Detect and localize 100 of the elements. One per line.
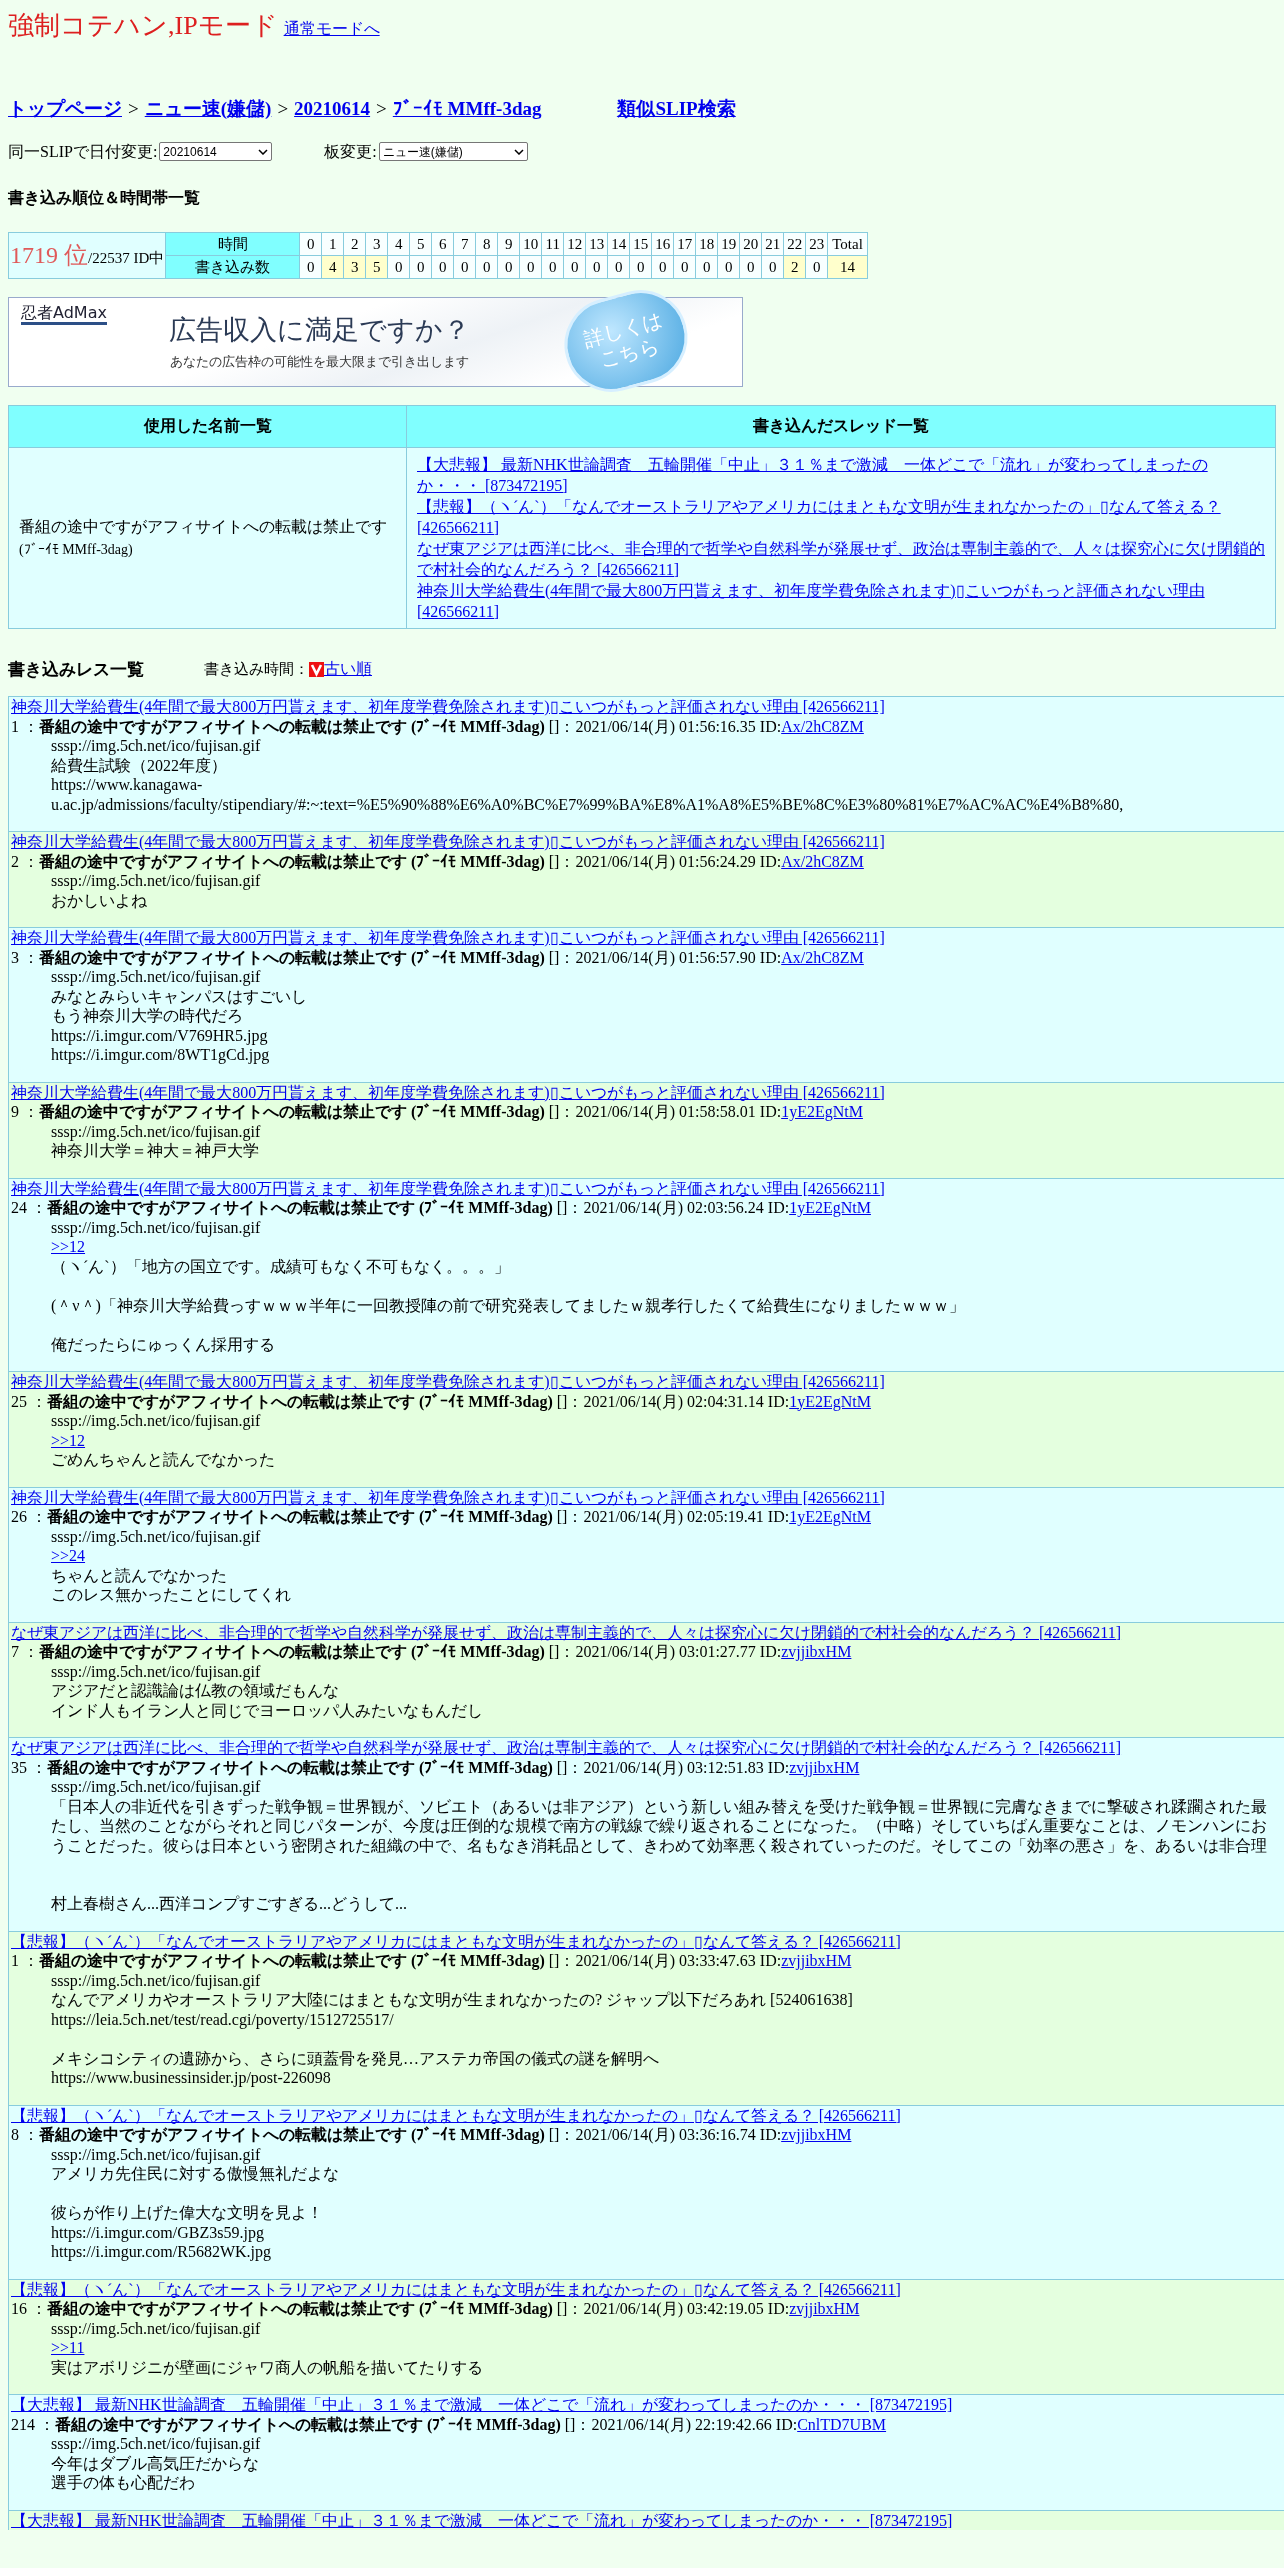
poster-name: 番組の途中ですがアフィサイトへの転載は禁止です (ﾌﾞｰｲﾓ MMff-3dag) (47, 1757, 553, 1777)
sort-link[interactable]: 古い順 (324, 657, 372, 682)
post-text: うことだった。彼らは日本という密閉された組織の中で、名もなき消耗品として、きわめて効率悪く殺されていったのだ。そしてこの「効率の悪さ」を、あるいは非合理 (51, 1835, 1267, 1855)
thread-link[interactable]: なぜ東アジアは西洋に比べ、非合理的で哲学や自然科学が発展せず、政治は専制主義的で、人々は探究心に欠け閉鎖的で村社会的なんだろう？ [426566211] (417, 537, 1265, 580)
post-text: sssp://img.5ch.net/ico/fujisan.gif (51, 1777, 261, 1797)
post-meta: []：2021/06/14(月) 01:56:24.29 ID: (547, 851, 782, 871)
rank-total: /22537 ID中 (88, 250, 165, 266)
post-text: https://www.businessinsider.jp/post-226098 (51, 2068, 331, 2088)
thread-link[interactable]: 神奈川大学給費生(4年間で最大800万円貰えます、初年度学費免除されます)▯こいつがもっと評価されない理由 [426566211] (11, 1082, 885, 1102)
post-meta: []：2021/06/14(月) 03:12:51.83 ID: (555, 1757, 790, 1777)
id-link[interactable]: zvjjibxHM (781, 1951, 852, 1971)
table-cell: 21 (761, 232, 784, 255)
down-chevron-icon (309, 661, 324, 677)
post-number: 214 ： (11, 2414, 55, 2434)
post-text: ごめんちゃんと読んでなかった (51, 1450, 275, 1470)
post-text: 俺だったらにゅっくん採用する (51, 1334, 275, 1354)
poster-name: 番組の途中ですがアフィサイトへの転載は禁止です (ﾌﾞｰｲﾓ MMff-3dag) (39, 1102, 545, 1122)
id-link[interactable]: 1yE2EgNtM (789, 1507, 871, 1527)
thread-link[interactable]: 神奈川大学給費生(4年間で最大800万円貰えます、初年度学費免除されます)▯こいつがもっと評価されない理由 [426566211] (11, 1487, 885, 1507)
breadcrumb-link[interactable]: ﾌﾞｰｲﾓ MMff-3dag (392, 95, 542, 124)
column-header: 使用した名前一覧 (8, 405, 407, 447)
post-text: sssp://img.5ch.net/ico/fujisan.gif (51, 1526, 261, 1546)
column-header: 書き込んだスレッド一覧 (406, 405, 1276, 447)
thread-link[interactable]: 神奈川大学給費生(4年間で最大800万円貰えます、初年度学費免除されます)▯こいつがもっと評価されない理由 [426566211] (417, 579, 1265, 622)
breadcrumb-separator: > (376, 97, 387, 121)
poster-name: 番組の途中ですがアフィサイトへの転載は禁止です (ﾌﾞｰｲﾓ MMff-3dag) (39, 716, 545, 736)
table-cell: 9 (497, 232, 520, 255)
id-link[interactable]: 1yE2EgNtM (789, 1391, 871, 1411)
table-cell: 11 (541, 232, 564, 255)
post-text: 神奈川大学＝神大＝神戸大学 (51, 1141, 259, 1161)
thread-link[interactable]: なぜ東アジアは西洋に比べ、非合理的で哲学や自然科学が発展せず、政治は専制主義的で、人々は探究心に欠け閉鎖的で村社会的なんだろう？ [426566211] (11, 1622, 1122, 1642)
normal-mode-link[interactable]: 通常モードへ (283, 17, 380, 41)
poster-name: 番組の途中ですがアフィサイトへの転載は禁止です (ﾌﾞｰｲﾓ MMff-3dag) (47, 1507, 553, 1527)
thread-link[interactable]: 【悲報】（ヽ´ん`）「なんでオーストラリアやアメリカにはまともな文明が生まれなかったの」▯なんて答える？ [426566211] (417, 495, 1265, 538)
thread-link[interactable]: 神奈川大学給費生(4年間で最大800万円貰えます、初年度学費免除されます)▯こいつがもっと評価されない理由 [426566211] (11, 697, 885, 717)
id-link[interactable]: zvjjibxHM (781, 1642, 852, 1662)
poster-name: 番組の途中ですがアフィサイトへの転載は禁止です (ﾌﾞｰｲﾓ MMff-3dag) (47, 2299, 553, 2319)
id-link[interactable]: Ax/2hC8ZM (781, 947, 864, 967)
table-cell: Total (827, 232, 868, 255)
post-number: 8 ： (11, 2125, 39, 2145)
post-text: インド人もイラン人と同じでヨーロッパ人みたいなもんだし (51, 1700, 483, 1720)
id-link[interactable]: Ax/2hC8ZM (781, 851, 864, 871)
thread-link[interactable]: 神奈川大学給費生(4年間で最大800万円貰えます、初年度学費免除されます)▯こいつがもっと評価されない理由 [426566211] (11, 1178, 885, 1198)
table-cell: 0 (299, 232, 322, 255)
table-cell: 18 (695, 232, 718, 255)
thread-link[interactable]: 【悲報】（ヽ´ん`）「なんでオーストラリアやアメリカにはまともな文明が生まれなかったの」▯なんて答える？ [426566211] (11, 2105, 901, 2125)
post-number: 7 ： (11, 1642, 39, 1662)
breadcrumb-separator: > (277, 97, 289, 121)
post-meta: []：2021/06/14(月) 03:01:27.77 ID: (547, 1642, 782, 1662)
reply-anchor-link[interactable]: >>12 (51, 1430, 86, 1450)
post-text: 今年はダブル高気圧だからな (51, 2453, 259, 2473)
table-header: 書き込み数 (165, 255, 300, 278)
thread-link[interactable]: 【悲報】（ヽ´ん`）「なんでオーストラリアやアメリカにはまともな文明が生まれなかったの」▯なんて答える？ [426566211] (11, 2279, 901, 2299)
post-text: sssp://img.5ch.net/ico/fujisan.gif (51, 1121, 261, 1141)
thread-link[interactable]: 【大悲報】 最新NHK世論調査 五輪開催「中止」３１％まで激減 一体どこで「流れ」が変わってしまったのか・・・ [873472195] (417, 453, 1265, 496)
table-cell: 19 (717, 232, 740, 255)
post-text: メキシコシティの遺跡から、さらに頭蓋骨を発見…アステカ帝国の儀式の謎を解明へ (51, 2048, 659, 2068)
date-select[interactable]: 20210614 (159, 142, 273, 161)
thread-link[interactable]: 【大悲報】 最新NHK世論調査 五輪開催「中止」３１％まで激減 一体どこで「流れ」が変わってしまったのか・・・ [873472195] (11, 2510, 953, 2530)
table-cell: 23 (805, 232, 828, 255)
post-number: 1 ： (11, 716, 39, 736)
poster-name: 番組の途中ですがアフィサイトへの転載は禁止です (ﾌﾞｰｲﾓ MMff-3dag) (55, 2414, 561, 2434)
table-cell: 8 (475, 232, 498, 255)
thread-link[interactable]: 神奈川大学給費生(4年間で最大800万円貰えます、初年度学費免除されます)▯こいつがもっと評価されない理由 [426566211] (11, 928, 885, 948)
id-link[interactable]: 1yE2EgNtM (789, 1198, 871, 1218)
ad-subline: あなたの広告枠の可能性を最大限まで引き出します (170, 352, 469, 371)
reply-anchor-link[interactable]: >>24 (51, 1546, 86, 1566)
table-cell: 3 (365, 232, 388, 255)
breadcrumb-link[interactable]: 20210614 (294, 95, 371, 124)
thread-link[interactable]: なぜ東アジアは西洋に比べ、非合理的で哲学や自然科学が発展せず、政治は専制主義的で、人々は探究心に欠け閉鎖的で村社会的なんだろう？ [426566211] (11, 1738, 1122, 1758)
id-link[interactable]: 1yE2EgNtM (781, 1102, 863, 1122)
table-cell: 14 (607, 232, 630, 255)
post-meta: []：2021/06/14(月) 02:04:31.14 ID: (555, 1391, 790, 1411)
reply-anchor-link[interactable]: >>12 (51, 1237, 86, 1257)
similar-slip-link[interactable]: 類似SLIP検索 (617, 95, 736, 124)
id-link[interactable]: zvjjibxHM (789, 2299, 860, 2319)
id-link[interactable]: CnlTD7UBM (797, 2414, 887, 2434)
rank-value: 1719 位 (10, 242, 88, 268)
breadcrumb-separator: > (128, 97, 139, 121)
post-text: https://i.imgur.com/R5682WK.jpg (51, 2242, 271, 2262)
post-text: 実はアボリジニが壁画にジャワ商人の帆船を描いてたりする (51, 2357, 483, 2377)
reply-anchor-link[interactable]: >>11 (51, 2338, 85, 2358)
table-header: 時間 (165, 232, 300, 255)
post-text: 「日本人の非近代を引きずった戦争観＝世界観が、ソビエト（あるいは非アジア）という新しい組み替えを受けた戦争観＝世界観に完膚なきまでに撃破され蹂躙された最 (51, 1796, 1267, 1816)
thread-link[interactable]: 神奈川大学給費生(4年間で最大800万円貰えます、初年度学費免除されます)▯こいつがもっと評価されない理由 [426566211] (11, 832, 885, 852)
poster-name: 番組の途中ですがアフィサイトへの転載は禁止です (ﾌﾞｰｲﾓ MMff-3dag) (47, 1391, 553, 1411)
id-link[interactable]: Ax/2hC8ZM (781, 716, 864, 736)
table-cell: 2 (343, 232, 366, 255)
board-select[interactable]: ニュー速(嫌儲) (378, 142, 528, 161)
post-text: https://i.imgur.com/8WT1gCd.jpg (51, 1045, 270, 1065)
breadcrumb-link[interactable]: ニュー速(嫌儲) (144, 95, 272, 124)
post-meta: []：2021/06/14(月) 02:05:19.41 ID: (555, 1507, 790, 1527)
breadcrumb-link[interactable]: トップページ (8, 95, 122, 124)
ad-headline: 広告収入に満足ですか？ (169, 312, 470, 347)
table-cell: 16 (651, 232, 674, 255)
thread-link[interactable]: 神奈川大学給費生(4年間で最大800万円貰えます、初年度学費免除されます)▯こいつがもっと評価されない理由 [426566211] (11, 1372, 885, 1392)
id-link[interactable]: zvjjibxHM (789, 1757, 860, 1777)
id-link[interactable]: zvjjibxHM (781, 2125, 852, 2145)
thread-link[interactable]: 【大悲報】 最新NHK世論調査 五輪開催「中止」３１％まで激減 一体どこで「流れ」が変わってしまったのか・・・ [873472195] (11, 2395, 953, 2415)
thread-link[interactable]: 【悲報】（ヽ´ん`）「なんでオーストラリアやアメリカにはまともな文明が生まれなかったの」▯なんて答える？ [426566211] (11, 1931, 901, 1951)
